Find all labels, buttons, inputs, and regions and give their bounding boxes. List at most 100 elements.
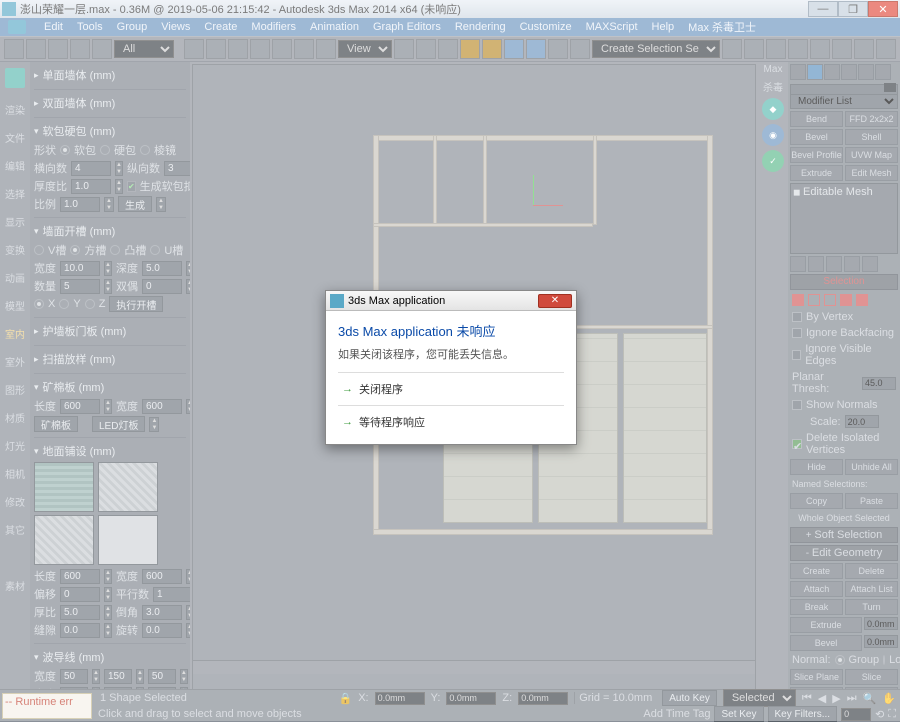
badge-scan-icon[interactable]: ◉ [762,124,784,146]
attachlist-button[interactable]: Attach List [845,581,898,597]
turn-button[interactable]: Turn [845,599,898,615]
mod-bevel[interactable]: Bevel [790,129,843,145]
extrude-button[interactable]: Extrude [790,617,862,633]
keymode-button[interactable] [438,39,458,59]
undo-button[interactable] [4,39,24,59]
thick-spinner[interactable]: ▲▼ [115,179,123,194]
tex-swatch-1[interactable] [34,462,94,512]
menu-grapheditors[interactable]: Graph Editors [373,21,441,33]
subobj-edge-icon[interactable] [808,294,820,306]
move-button[interactable] [272,39,292,59]
fgap-input[interactable] [60,623,100,638]
named-sel-button[interactable] [548,39,568,59]
hide-button[interactable]: Hide [790,459,843,475]
frame-input[interactable] [841,708,871,721]
menu-modifiers[interactable]: Modifiers [251,21,296,33]
coord-x[interactable] [375,692,425,705]
cat-material[interactable]: 材质 [2,404,28,430]
curve-editor-button[interactable] [766,39,786,59]
menu-animation[interactable]: Animation [310,21,359,33]
play-back-icon[interactable]: ◀ [818,692,826,705]
stack-pin-icon[interactable] [790,256,806,272]
mod-bend[interactable]: Bend [790,111,843,127]
generate-button[interactable]: 生成 [118,196,152,212]
menu-customize[interactable]: Customize [520,21,572,33]
ratio-spinner[interactable]: ▲▼ [104,197,114,212]
square-groove-radio[interactable] [70,245,80,255]
shownorm-chk[interactable] [792,400,802,410]
stack-remove-icon[interactable] [844,256,860,272]
convex-groove-radio[interactable] [110,245,120,255]
dialog-close-program[interactable]: →关闭程序 [338,372,564,405]
maximize-button[interactable]: ❐ [838,1,868,17]
menu-tools[interactable]: Tools [77,21,103,33]
rotate-button[interactable] [294,39,314,59]
time-ruler[interactable] [193,660,755,674]
nav-max-icon[interactable]: ⛶ [888,708,896,721]
slice-button[interactable]: Slice [845,669,898,685]
normal-local-radio[interactable] [883,655,885,665]
timetag-label[interactable]: Add Time Tag [643,708,710,720]
select-name-button[interactable] [206,39,226,59]
menu-maxscript[interactable]: MAXScript [586,21,638,33]
mod-bevelprof[interactable]: Bevel Profile [790,147,843,163]
fchamfer-input[interactable] [142,605,182,620]
keymode-select[interactable]: Selected [723,689,796,707]
fthick-input[interactable] [60,605,100,620]
coord-y[interactable] [446,692,496,705]
subobj-poly-icon[interactable] [840,294,852,306]
menu-group[interactable]: Group [117,21,148,33]
sect-single-wall[interactable]: ▸单面墙体 (mm) [34,67,186,83]
menu-rendering[interactable]: Rendering [455,21,506,33]
modifier-stack[interactable]: ◼ Editable Mesh [790,183,898,254]
link-button[interactable] [48,39,68,59]
close-button[interactable]: ✕ [868,1,898,17]
tab-utilities[interactable] [875,64,891,80]
frot-input[interactable] [142,623,182,638]
axis-z-radio[interactable] [85,299,95,309]
select-rect-button[interactable] [228,39,248,59]
cat-camera[interactable]: 相机 [2,460,28,486]
cat-interior[interactable]: 室内 [2,320,28,346]
shape-soft-radio[interactable] [60,145,70,155]
delisolated-chk[interactable]: ✔ [792,439,802,449]
subobj-element-icon[interactable] [856,294,868,306]
sect-wainscot[interactable]: ▸护墙板门板 (mm) [34,323,186,339]
tex-swatch-3[interactable] [34,515,94,565]
cat-modify[interactable]: 修改 [2,488,28,514]
led-button[interactable]: LED灯板 [92,416,145,432]
app-menu-icon[interactable] [8,20,26,34]
badge-check-icon[interactable]: ✓ [762,150,784,172]
cat-other[interactable]: 其它 [2,516,28,542]
lock-icon[interactable]: 🔒 [339,692,353,705]
sliceplane-button[interactable]: Slice Plane [790,669,843,685]
byvertex-chk[interactable] [792,312,802,322]
material-editor-button[interactable] [810,39,830,59]
w1-input[interactable] [60,669,88,684]
frows-input[interactable] [153,587,190,602]
sect-floor[interactable]: ▾地面铺设 (mm) [34,443,186,459]
gcount-input[interactable] [60,279,100,294]
hcount-spinner[interactable]: ▲▼ [115,161,123,176]
minimize-button[interactable]: — [808,1,838,17]
ignorevis-chk[interactable] [792,350,801,360]
cat-exterior[interactable]: 室外 [2,348,28,374]
bind-button[interactable] [92,39,112,59]
cat-model[interactable]: 模型 [2,292,28,318]
delete-button[interactable]: Delete [845,563,898,579]
manip-button[interactable] [416,39,436,59]
dialog-wait-program[interactable]: →等待程序响应 [338,405,564,438]
foff-input[interactable] [60,587,100,602]
cat-asset[interactable]: 素材 [2,572,28,598]
stack-unique-icon[interactable] [826,256,842,272]
scale-button[interactable] [316,39,336,59]
vgroove-radio[interactable] [34,245,44,255]
badge-shield-icon[interactable]: ◆ [762,98,784,120]
cat-anim[interactable]: 动画 [2,264,28,290]
fwid-input[interactable] [142,569,182,584]
attach-button[interactable]: Attach [790,581,843,597]
sect-sweep[interactable]: ▸扫描放样 (mm) [34,351,186,367]
extrude-input[interactable] [864,617,898,630]
pivot-button[interactable] [394,39,414,59]
planar-input[interactable] [862,377,896,390]
